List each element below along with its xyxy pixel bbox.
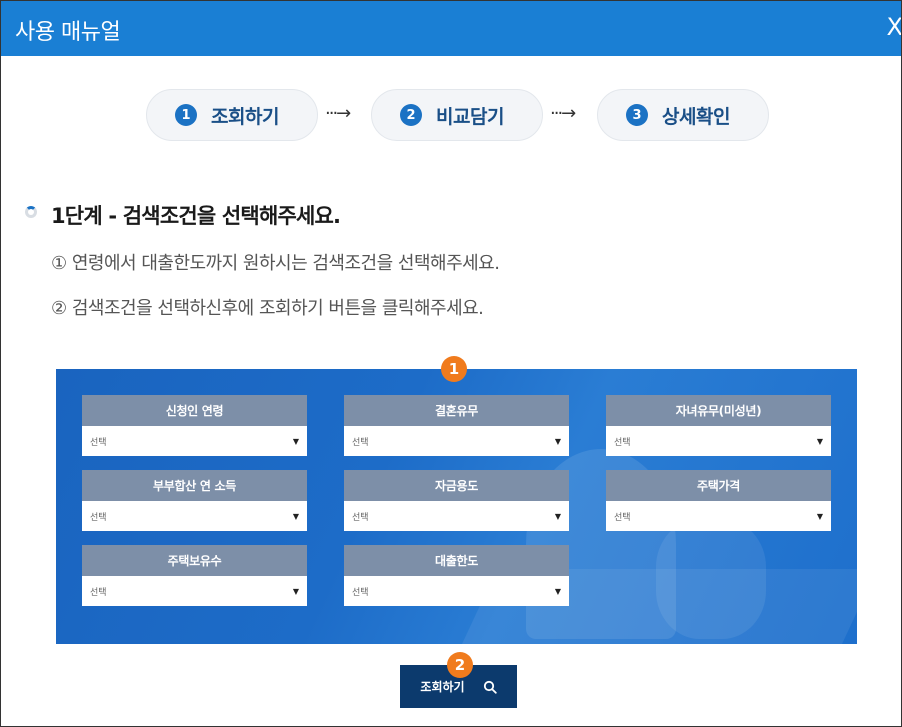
field-applicant-age: 신청인 연령 선택 ▼ (82, 395, 307, 456)
step-label: 조회하기 (211, 105, 279, 128)
loan-limit-select[interactable]: 선택 ▼ (344, 576, 569, 606)
field-house-price: 주택가격 선택 ▼ (606, 470, 831, 531)
step-indicator: 1 조회하기 ···→ 2 비교담기 ···→ 3 상세확인 (1, 89, 901, 143)
select-value: 선택 (614, 512, 631, 523)
window-title: 사용 매뉴얼 (15, 20, 121, 45)
search-icon (483, 680, 497, 694)
select-value: 선택 (90, 587, 107, 598)
field-household-income: 부부합산 연 소득 선택 ▼ (82, 470, 307, 531)
marital-status-select[interactable]: 선택 ▼ (344, 426, 569, 456)
select-value: 선택 (352, 437, 369, 448)
field-marital-status: 결혼유무 선택 ▼ (344, 395, 569, 456)
section-title: 1단계 - 검색조건을 선택해주세요. (51, 204, 341, 228)
caret-down-icon: ▼ (554, 586, 561, 596)
caret-down-icon: ▼ (292, 511, 299, 521)
step-detail: 3 상세확인 (597, 89, 769, 141)
manual-window: 사용 매뉴얼 X 1 조회하기 ···→ 2 비교담기 ···→ 3 상세확인 … (0, 0, 902, 727)
step-label: 비교담기 (436, 105, 504, 128)
field-label: 결혼유무 (344, 395, 569, 426)
field-label: 신청인 연령 (82, 395, 307, 426)
select-value: 선택 (352, 587, 369, 598)
field-label: 자금용도 (344, 470, 569, 501)
field-loan-limit: 대출한도 선택 ▼ (344, 545, 569, 606)
select-value: 선택 (90, 437, 107, 448)
search-button-label: 조회하기 (420, 680, 465, 694)
caret-down-icon: ▼ (292, 436, 299, 446)
field-label: 부부합산 연 소득 (82, 470, 307, 501)
fund-purpose-select[interactable]: 선택 ▼ (344, 501, 569, 531)
callout-badge-1: 1 (441, 356, 467, 382)
caret-down-icon: ▼ (554, 511, 561, 521)
select-value: 선택 (90, 512, 107, 523)
step-number: 1 (175, 104, 197, 126)
select-value: 선택 (614, 437, 631, 448)
field-houses-owned: 주택보유수 선택 ▼ (82, 545, 307, 606)
close-icon[interactable]: X (887, 13, 901, 41)
callout-badge-2: 2 (447, 652, 473, 678)
arrow-icon: ···→ (550, 103, 576, 124)
houses-owned-select[interactable]: 선택 ▼ (82, 576, 307, 606)
select-value: 선택 (352, 512, 369, 523)
step-compare: 2 비교담기 (371, 89, 543, 141)
step-search: 1 조회하기 (146, 89, 318, 141)
applicant-age-select[interactable]: 선택 ▼ (82, 426, 307, 456)
field-minor-children: 자녀유무(미성년) 선택 ▼ (606, 395, 831, 456)
bullet-icon (25, 206, 37, 218)
field-label: 주택가격 (606, 470, 831, 501)
field-label: 자녀유무(미성년) (606, 395, 831, 426)
search-condition-panel: 신청인 연령 선택 ▼ 결혼유무 선택 ▼ 자녀유무(미성년) 선택 ▼ 부부합산 연… (56, 369, 857, 644)
caret-down-icon: ▼ (816, 511, 823, 521)
caret-down-icon: ▼ (554, 436, 561, 446)
instruction-2: ② 검색조건을 선택하신후에 조회하기 버튼을 클릭해주세요. (51, 298, 484, 319)
house-price-select[interactable]: 선택 ▼ (606, 501, 831, 531)
field-label: 대출한도 (344, 545, 569, 576)
field-label: 주택보유수 (82, 545, 307, 576)
step-number: 3 (626, 104, 648, 126)
instruction-1: ① 연령에서 대출한도까지 원하시는 검색조건을 선택해주세요. (51, 253, 500, 274)
household-income-select[interactable]: 선택 ▼ (82, 501, 307, 531)
caret-down-icon: ▼ (292, 586, 299, 596)
step-number: 2 (400, 104, 422, 126)
title-bar: 사용 매뉴얼 X (1, 1, 901, 56)
minor-children-select[interactable]: 선택 ▼ (606, 426, 831, 456)
field-fund-purpose: 자금용도 선택 ▼ (344, 470, 569, 531)
step-label: 상세확인 (662, 105, 730, 128)
caret-down-icon: ▼ (816, 436, 823, 446)
arrow-icon: ···→ (325, 103, 351, 124)
